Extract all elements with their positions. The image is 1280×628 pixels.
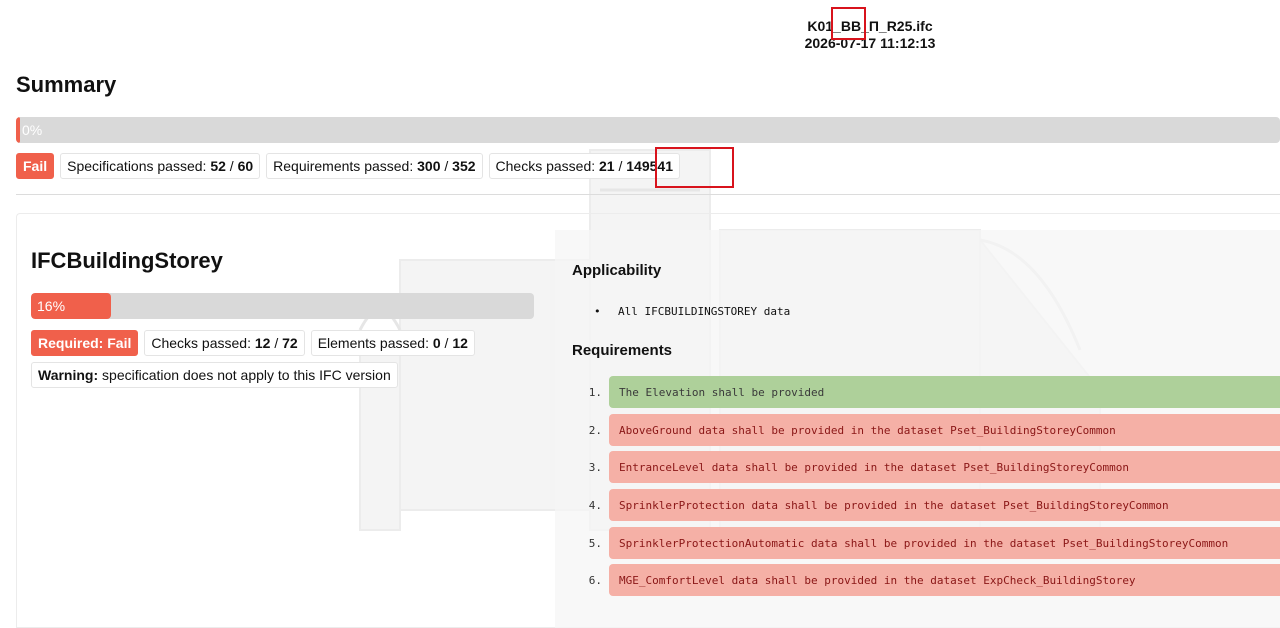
warning-badge: Warning: specification does not apply to… <box>31 362 398 388</box>
summary-status-badge: Fail <box>16 153 55 179</box>
requirement-number: 2. <box>588 424 602 437</box>
summary-title: Summary <box>16 72 117 97</box>
specifications-passed-badge: Specifications passed: 52 / 60 <box>60 153 261 179</box>
specification-progress-bar: 16% <box>31 293 534 319</box>
requirement-number: 6. <box>588 574 602 587</box>
spec-checks-passed-badge: Checks passed: 12 / 72 <box>144 330 305 356</box>
summary-progress-label: 0% <box>22 122 43 138</box>
requirement-row: The Elevation shall be provided <box>609 376 1280 408</box>
summary-badges: Fail Specifications passed: 52 / 60 Requ… <box>16 153 680 179</box>
specification-progress-label: 16% <box>37 298 66 314</box>
report-date: 2026-07-17 11:12:13 <box>804 35 936 51</box>
summary-progress-fill <box>16 117 20 143</box>
specification-badges: Required: Fail Checks passed: 12 / 72 El… <box>31 330 475 356</box>
requirement-number: 1. <box>588 386 602 399</box>
summary-progress-bar: 0% <box>16 117 1280 143</box>
requirement-row: EntranceLevel data shall be provided in … <box>609 451 1280 483</box>
section-divider <box>16 194 1280 195</box>
elements-passed-badge: Elements passed: 0 / 12 <box>310 330 475 356</box>
requirement-row: SprinklerProtectionAutomatic data shall … <box>609 527 1280 559</box>
requirements-heading: Requirements <box>572 342 673 359</box>
report-file-name: K01_BB_П_R25.ifc <box>807 18 933 34</box>
requirement-row: MGE_ComfortLevel data shall be provided … <box>609 564 1280 596</box>
applicability-heading: Applicability <box>572 262 662 279</box>
specification-title: IFCBuildingStorey <box>31 248 223 273</box>
required-status-badge: Required: Fail <box>31 330 139 356</box>
warning-row: Warning: specification does not apply to… <box>31 362 398 388</box>
requirements-passed-badge: Requirements passed: 300 / 352 <box>266 153 483 179</box>
requirement-row: SprinklerProtection data shall be provid… <box>609 489 1280 521</box>
report-file-header: K01_BB_П_R25.ifc 2026-07-17 11:12:13 <box>0 18 1280 52</box>
requirement-number: 4. <box>588 499 602 512</box>
bullet-icon: • <box>594 305 601 318</box>
highlight-box-filename <box>831 7 866 40</box>
requirement-number: 3. <box>588 461 602 474</box>
requirement-number: 5. <box>588 537 602 550</box>
checks-passed-badge: Checks passed: 21 / 149541 <box>488 153 680 179</box>
highlight-box-checks-total <box>655 147 734 188</box>
requirement-row: AboveGround data shall be provided in th… <box>609 414 1280 446</box>
